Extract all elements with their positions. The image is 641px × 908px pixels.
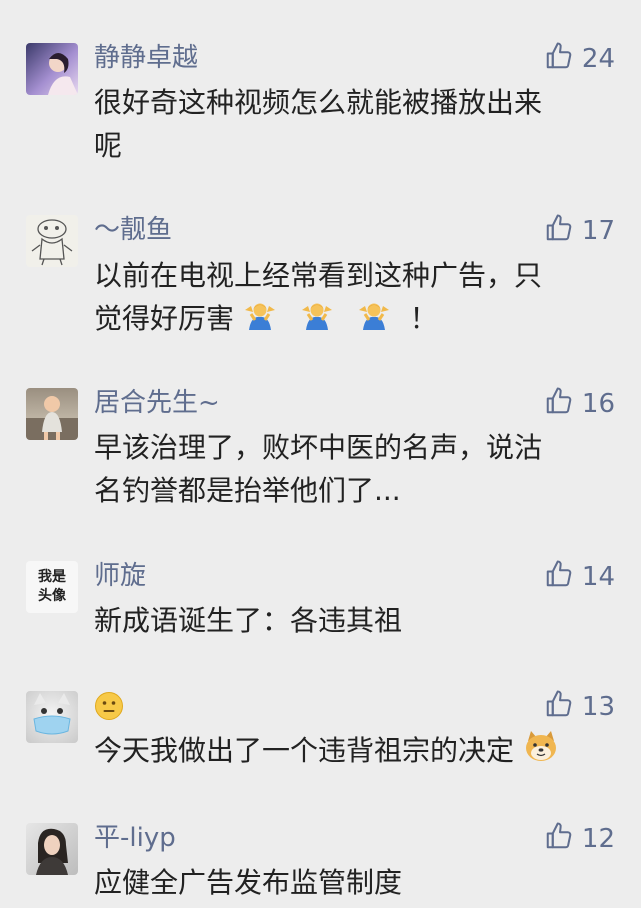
avatar[interactable] bbox=[26, 691, 78, 743]
person-shrugging-icon bbox=[300, 299, 334, 342]
doge-icon bbox=[523, 729, 559, 775]
thumbs-up-icon bbox=[544, 386, 574, 423]
commenter-name[interactable]: 平-liyp bbox=[94, 823, 176, 853]
thumbs-up-icon bbox=[544, 821, 574, 858]
comment-text: 早该治理了，败坏中医的名声，说沽 名钓誉都是抬举他们了... bbox=[94, 426, 614, 512]
comment-line: 很好奇这种视频怎么就能被播放出来 bbox=[94, 86, 543, 119]
like-button[interactable]: 13 bbox=[544, 690, 615, 724]
comment-text: 以前在电视上经常看到这种广告，只 觉得好厉害 ！ bbox=[94, 254, 614, 342]
avatar[interactable] bbox=[26, 388, 78, 440]
comment-line: 名钓誉都是抬举他们了... bbox=[94, 474, 401, 507]
comment-line: 新成语诞生了：各违其祖 bbox=[94, 604, 403, 637]
thumbs-up-icon bbox=[544, 559, 574, 596]
thumbs-up-icon bbox=[544, 689, 574, 726]
like-count: 17 bbox=[581, 216, 615, 246]
like-count: 14 bbox=[581, 562, 615, 592]
comment-line: 以前在电视上经常看到这种广告，只 bbox=[94, 259, 543, 292]
thumbs-up-icon bbox=[544, 41, 574, 78]
like-button[interactable]: 12 bbox=[544, 822, 615, 856]
comment-text: 今天我做出了一个违背祖宗的决定 bbox=[94, 729, 614, 775]
avatar[interactable]: 我是 头像 bbox=[26, 561, 78, 613]
like-button[interactable]: 17 bbox=[544, 214, 615, 248]
person-shrugging-icon bbox=[243, 299, 277, 342]
avatar[interactable] bbox=[26, 43, 78, 95]
comment-line: 早该治理了，败坏中医的名声，说沽 bbox=[94, 431, 543, 464]
like-button[interactable]: 16 bbox=[544, 387, 615, 421]
comment-line-text: 觉得好厉害 bbox=[94, 302, 235, 335]
thumbs-up-icon bbox=[544, 213, 574, 250]
avatar-photo bbox=[36, 828, 68, 875]
like-count: 16 bbox=[581, 389, 615, 419]
like-count: 24 bbox=[581, 44, 615, 74]
avatar[interactable] bbox=[26, 215, 78, 267]
like-button[interactable]: 24 bbox=[544, 42, 615, 76]
avatar-photo bbox=[48, 53, 78, 95]
comment-line-text: 今天我做出了一个违背祖宗的决定 bbox=[94, 734, 515, 767]
comment-line-tail: ！ bbox=[409, 302, 438, 335]
like-button[interactable]: 14 bbox=[544, 560, 615, 594]
comment-line: 呢 bbox=[94, 129, 123, 162]
avatar-sketch bbox=[31, 219, 73, 266]
avatar-text: 我是 bbox=[38, 569, 66, 585]
commenter-name[interactable]: 师旋 bbox=[94, 561, 146, 591]
comment-line: 今天我做出了一个违背祖宗的决定 bbox=[94, 729, 614, 775]
comment-line: 应健全广告发布监管制度 bbox=[94, 866, 403, 899]
commenter-name[interactable]: 居合先生~ bbox=[94, 388, 220, 418]
avatar[interactable] bbox=[26, 823, 78, 875]
comment-line: 觉得好厉害 ！ bbox=[94, 297, 614, 342]
like-count: 13 bbox=[581, 692, 615, 722]
avatar-cat bbox=[33, 693, 71, 735]
neutral-face-icon bbox=[94, 691, 124, 721]
comment-text: 新成语诞生了：各违其祖 bbox=[94, 599, 614, 642]
avatar-text: 头像 bbox=[38, 588, 66, 604]
comment-text: 很好奇这种视频怎么就能被播放出来 呢 bbox=[94, 81, 614, 167]
avatar-photo bbox=[26, 396, 78, 440]
like-count: 12 bbox=[581, 824, 615, 854]
person-shrugging-icon bbox=[357, 299, 391, 342]
commenter-name[interactable]: 静静卓越 bbox=[94, 43, 198, 73]
comment-text: 应健全广告发布监管制度 bbox=[94, 861, 614, 904]
commenter-name[interactable]: ～靓鱼 bbox=[94, 215, 172, 245]
